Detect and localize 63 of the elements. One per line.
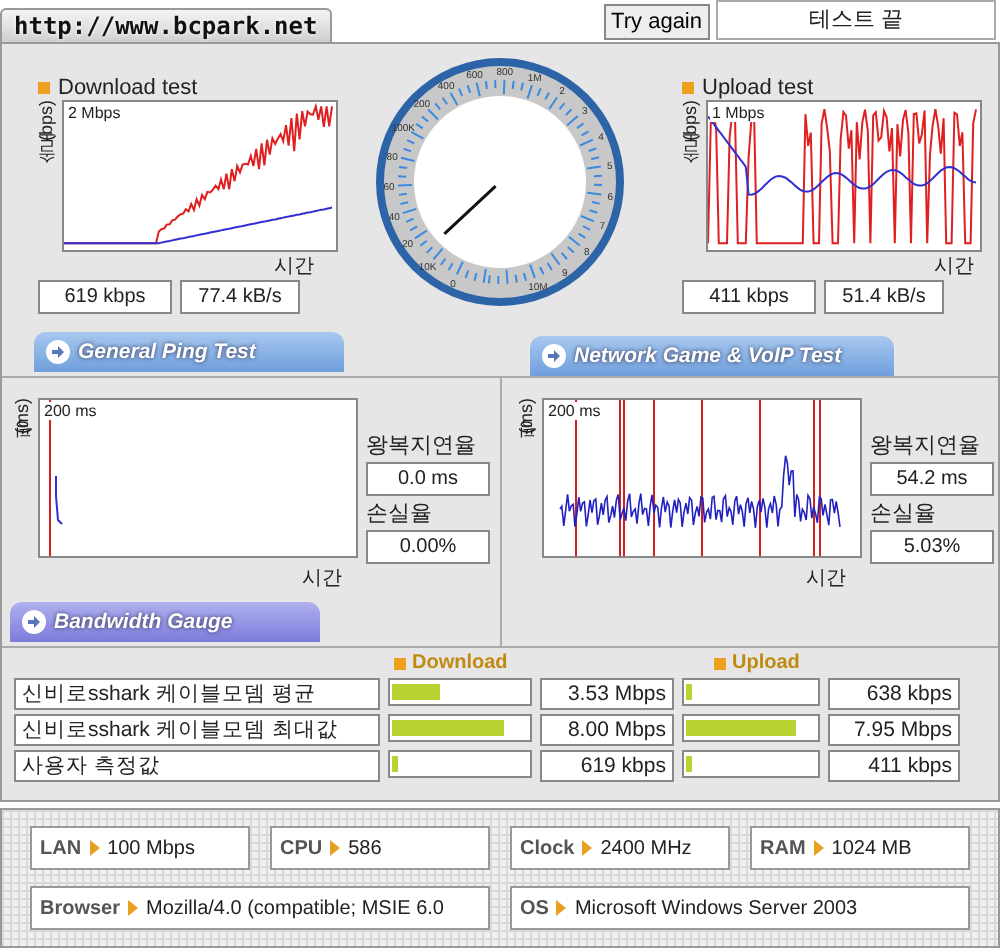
stat-label: 손실율 xyxy=(366,500,434,528)
table-cell: 7.95 Mbps xyxy=(828,714,960,746)
table-cell: 사용자 측정값 xyxy=(14,750,380,782)
scale-label: 1 Mbps xyxy=(710,104,767,122)
status-field: 테스트 끝 xyxy=(716,0,996,40)
table-cell: 3.53 Mbps xyxy=(540,678,674,710)
axis-label: 시간 xyxy=(934,254,974,280)
bullet-icon xyxy=(38,82,50,94)
triangle-icon xyxy=(128,900,139,916)
chart-title: Download test xyxy=(58,76,198,100)
loss-value: 0.00% xyxy=(366,530,490,564)
bullet-icon xyxy=(394,657,406,669)
axis-label: 핑(ms) xyxy=(514,398,538,452)
scale-label: 200 ms xyxy=(42,402,99,420)
arrow-icon xyxy=(542,344,566,368)
stat-label: 왕복지연율 xyxy=(870,432,982,460)
table-cell: 638 kbps xyxy=(828,678,960,710)
latency-value: 0.0 ms xyxy=(366,462,490,496)
chart-title: Upload test xyxy=(702,76,814,100)
section-tab[interactable]: General Ping Test xyxy=(34,332,344,372)
table-cell: 619 kbps xyxy=(540,750,674,782)
speed-reading: 77.4 kB/s xyxy=(180,280,300,314)
arrow-icon xyxy=(22,610,46,634)
speed-reading: 411 kbps xyxy=(682,280,816,314)
table-cell: 신비로sshark 케이블모뎀 평균 xyxy=(14,678,380,710)
latency-value: 54.2 ms xyxy=(870,462,994,496)
axis-label: 시간 xyxy=(806,566,846,592)
triangle-icon xyxy=(582,840,593,856)
axis-label: 속도(bps) xyxy=(678,100,702,178)
try-again-button[interactable]: Try again xyxy=(603,4,710,40)
speed-reading: 51.4 kB/s xyxy=(824,280,944,314)
site-tab[interactable]: http://www.bcpark.net xyxy=(0,8,332,42)
column-header: Download xyxy=(412,652,508,674)
section-tab[interactable]: Bandwidth Gauge xyxy=(10,602,320,642)
system-info-field: LAN 100 Mbps xyxy=(30,826,250,870)
stat-label: 손실율 xyxy=(870,500,938,528)
triangle-icon xyxy=(330,840,341,856)
column-header: Upload xyxy=(732,652,800,674)
triangle-icon xyxy=(556,900,567,916)
axis-label: 시간 xyxy=(274,254,314,280)
system-info-field: OS Microsoft Windows Server 2003 xyxy=(510,886,970,930)
axis-label: 속도(bps) xyxy=(34,100,58,178)
stat-label: 왕복지연율 xyxy=(366,432,478,460)
scale-label: 200 ms xyxy=(546,402,603,420)
system-info-field: RAM 1024 MB xyxy=(750,826,970,870)
bullet-icon xyxy=(682,82,694,94)
bullet-icon xyxy=(714,657,726,669)
arrow-icon xyxy=(46,340,70,364)
system-info-field: CPU 586 xyxy=(270,826,490,870)
loss-value: 5.03% xyxy=(870,530,994,564)
table-cell: 신비로sshark 케이블모뎀 최대값 xyxy=(14,714,380,746)
triangle-icon xyxy=(89,840,100,856)
scale-label: 2 Mbps xyxy=(66,104,123,122)
axis-label: 시간 xyxy=(302,566,342,592)
section-tab[interactable]: Network Game & VoIP Test xyxy=(530,336,894,376)
axis-label: 핑(ms) xyxy=(10,398,34,452)
triangle-icon xyxy=(813,840,824,856)
speed-reading: 619 kbps xyxy=(38,280,172,314)
system-info-field: Clock 2400 MHz xyxy=(510,826,730,870)
table-cell: 8.00 Mbps xyxy=(540,714,674,746)
system-info-field: Browser Mozilla/4.0 (compatible; MSIE 6.0 xyxy=(30,886,490,930)
gauge-needle xyxy=(443,185,497,235)
table-cell: 411 kbps xyxy=(828,750,960,782)
